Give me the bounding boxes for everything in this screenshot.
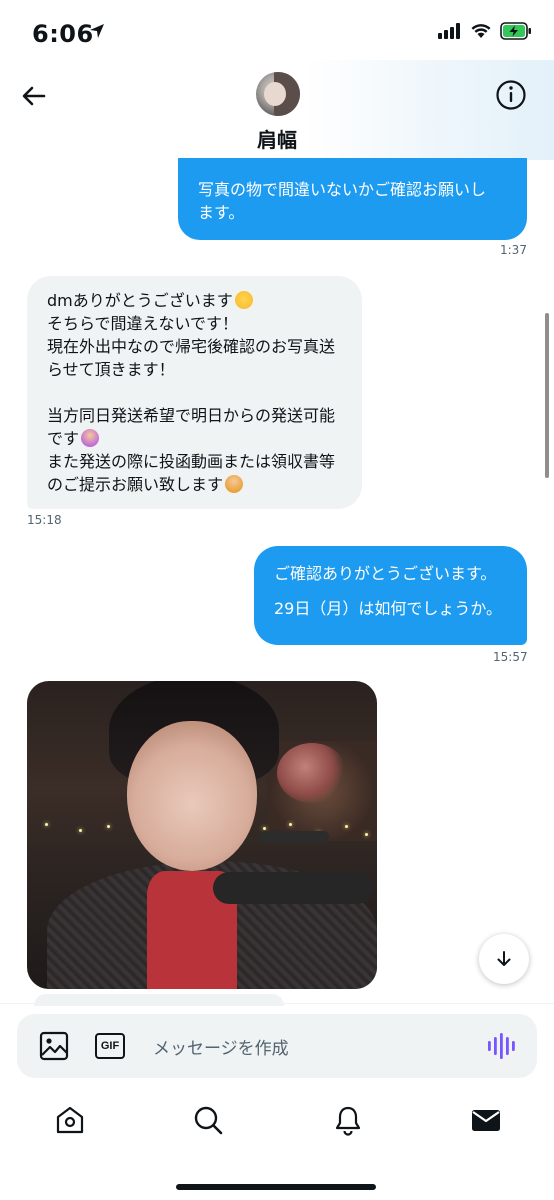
status-time: 6:06 xyxy=(32,20,94,48)
back-button[interactable] xyxy=(18,80,50,112)
search-icon[interactable] xyxy=(192,1104,224,1136)
location-arrow-icon xyxy=(88,22,106,44)
avatar[interactable] xyxy=(256,72,300,116)
arrow-left-icon xyxy=(22,86,46,106)
message-timestamp: 15:18 xyxy=(27,513,62,527)
gif-button[interactable]: GIF xyxy=(95,1033,125,1059)
smiling-face-emoji-icon xyxy=(234,291,253,309)
person-gesturing-ok-emoji-icon xyxy=(81,429,100,447)
wifi-icon xyxy=(470,23,492,43)
message-bubble-outgoing[interactable]: 写真の物で間違いないかご確認お願いし ます。 xyxy=(178,158,527,240)
notifications-bell-icon[interactable] xyxy=(332,1104,364,1136)
home-icon[interactable] xyxy=(54,1104,86,1136)
message-line xyxy=(47,381,342,404)
redaction-bar xyxy=(213,872,373,904)
message-line: 現在外出中なので帰宅後確認のお写真送 xyxy=(47,337,336,356)
info-circle-icon xyxy=(496,80,526,110)
bottom-navigation xyxy=(0,1098,554,1158)
divider xyxy=(0,1003,554,1004)
message-timestamp: 1:37 xyxy=(500,243,527,257)
home-indicator[interactable] xyxy=(176,1184,376,1190)
status-icons xyxy=(438,22,532,44)
message-line: らせて頂きます！ xyxy=(47,360,175,379)
message-line: 29日（月）は如何でしょうか。 xyxy=(274,599,503,618)
arrow-down-icon xyxy=(497,951,511,966)
message-line: ます。 xyxy=(198,203,245,222)
scrollbar[interactable] xyxy=(545,313,549,478)
message-line: です xyxy=(47,427,342,450)
messages-envelope-icon[interactable] xyxy=(470,1104,502,1136)
message-composer: GIF メッセージを作成 xyxy=(17,1014,537,1078)
message-bubble-incoming[interactable]: dmありがとうございます そちらで間違えないです！ 現在外出中なので帰宅後確認の… xyxy=(27,276,362,509)
contact-name[interactable]: 肩幅 xyxy=(0,124,554,153)
image-icon[interactable] xyxy=(39,1031,69,1061)
message-line: 当方同日発送希望で明日からの発送可能 xyxy=(47,406,336,425)
message-input[interactable]: メッセージを作成 xyxy=(153,1034,289,1059)
message-line: 写真の物で間違いないかご確認お願いし xyxy=(198,180,487,199)
status-bar: 6:06 xyxy=(0,0,554,66)
message-line: dmありがとうございます xyxy=(47,289,342,312)
partial-message-bubble xyxy=(34,994,284,1006)
message-photo[interactable] xyxy=(27,681,377,989)
message-timestamp: 15:57 xyxy=(493,650,528,664)
message-line: のご提示お願い致します xyxy=(47,473,342,496)
battery-charging-icon xyxy=(500,22,532,44)
message-line: ご確認ありがとうございます。 xyxy=(274,564,497,583)
cellular-signal-icon xyxy=(438,23,462,43)
conversation-header: 肩幅 xyxy=(0,60,554,160)
message-line: そちらで間違えないです！ xyxy=(47,314,239,333)
message-line xyxy=(274,585,507,597)
message-line: また発送の際に投函動画または領収書等 xyxy=(47,452,336,471)
redaction-bar xyxy=(259,831,329,843)
person-bowing-emoji-icon xyxy=(225,475,244,493)
scroll-to-bottom-button[interactable] xyxy=(479,934,529,984)
voice-waveform-icon[interactable] xyxy=(487,1032,517,1060)
message-bubble-outgoing[interactable]: ご確認ありがとうございます。 29日（月）は如何でしょうか。 xyxy=(254,546,527,645)
info-button[interactable] xyxy=(494,78,528,112)
